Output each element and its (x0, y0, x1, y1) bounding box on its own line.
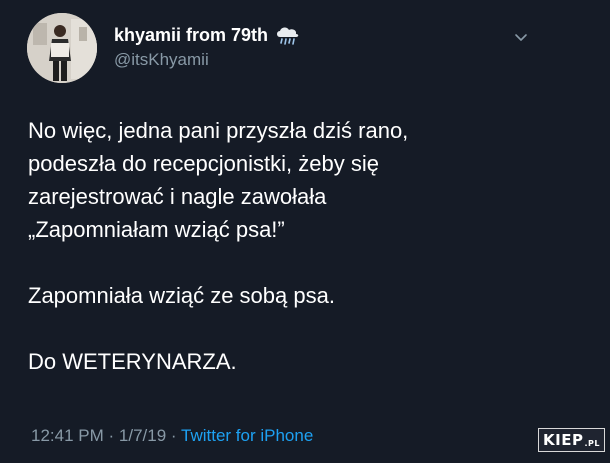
author-handle[interactable]: @itsKhyamii (114, 50, 209, 70)
tweet-date[interactable]: 1/7/19 (119, 426, 166, 445)
tweet-meta: 12:41 PM · 1/7/19 · Twitter for iPhone (31, 426, 313, 446)
site-watermark-logo: KIEP .PL (538, 428, 605, 452)
tweet-line: Zapomniała wziąć ze sobą psa. (28, 283, 335, 308)
tweet-text: No więc, jedna pani przyszła dziś rano, … (28, 114, 588, 378)
tweet-line: No więc, jedna pani przyszła dziś rano, (28, 118, 409, 143)
tweet-line: „Zapomniałam wziąć psa!” (28, 217, 285, 242)
watermark-main: KIEP (543, 431, 584, 449)
avatar[interactable] (27, 13, 97, 83)
tweet-line: zarejestrować i nagle zawołała (28, 184, 327, 209)
meta-separator: · (108, 426, 115, 445)
watermark-suffix: .PL (584, 439, 600, 448)
tweet-line: podeszła do recepcjonistki, żeby się (28, 151, 379, 176)
author-name-text[interactable]: khyamii from 79th (114, 25, 268, 46)
author-display-name[interactable]: khyamii from 79th (114, 24, 300, 46)
tweet-card: khyamii from 79th @itsKhyamii No więc, j… (0, 0, 610, 463)
chevron-down-icon[interactable] (512, 28, 530, 46)
tweet-source-link[interactable]: Twitter for iPhone (181, 426, 313, 445)
cloud-with-rain-icon (277, 27, 299, 45)
tweet-line: Do WETERYNARZA. (28, 349, 237, 374)
meta-separator: · (170, 426, 177, 445)
avatar-photo-icon (27, 13, 97, 83)
tweet-time[interactable]: 12:41 PM (31, 426, 104, 445)
